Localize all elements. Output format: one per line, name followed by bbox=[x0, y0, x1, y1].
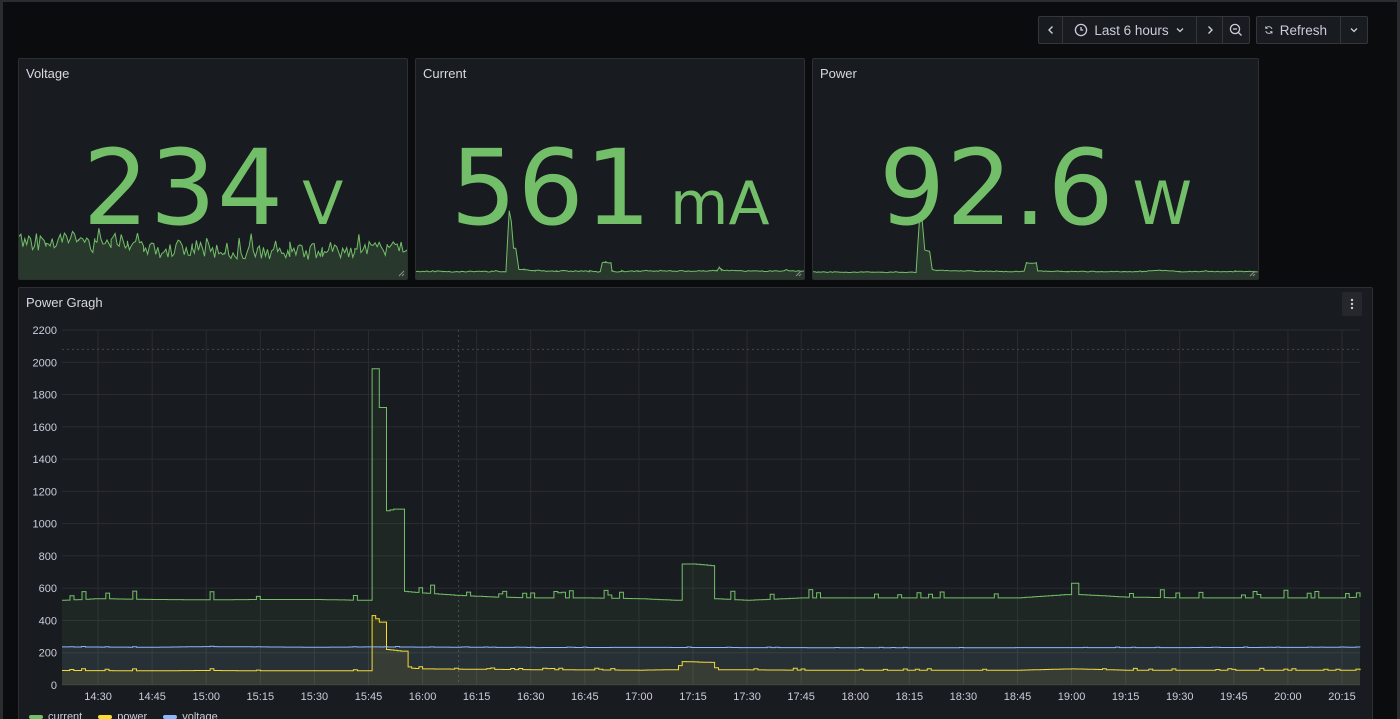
stat-number: 561 bbox=[450, 127, 652, 249]
resize-handle-icon[interactable] bbox=[795, 270, 802, 277]
y-tick-label: 2200 bbox=[33, 325, 57, 337]
y-tick-label: 1200 bbox=[33, 486, 57, 498]
x-tick-label: 15:15 bbox=[247, 691, 275, 703]
current-stat-panel[interactable]: Current 561 mA bbox=[415, 58, 805, 280]
time-picker-group: Last 6 hours bbox=[1038, 16, 1250, 44]
zoom-out-button[interactable] bbox=[1223, 17, 1249, 43]
y-tick-label: 200 bbox=[39, 648, 57, 660]
x-tick-label: 14:30 bbox=[84, 691, 112, 703]
y-tick-label: 1400 bbox=[33, 454, 57, 466]
panel-menu-button[interactable] bbox=[1342, 292, 1362, 316]
more-vertical-icon bbox=[1350, 298, 1354, 310]
window-frame-top bbox=[0, 0, 1400, 2]
x-tick-label: 18:00 bbox=[841, 691, 869, 703]
dashboard-toolbar: Last 6 hours Refresh bbox=[1038, 16, 1368, 44]
y-tick-label: 2000 bbox=[33, 357, 57, 369]
legend-item-voltage[interactable]: voltage bbox=[163, 711, 218, 719]
stat-unit: W bbox=[1132, 169, 1192, 239]
refresh-group: Refresh bbox=[1256, 16, 1368, 44]
legend-swatch bbox=[163, 715, 178, 719]
chevron-right-icon bbox=[1207, 26, 1213, 34]
x-tick-label: 20:00 bbox=[1274, 691, 1302, 703]
refresh-button[interactable]: Refresh bbox=[1257, 17, 1341, 43]
y-tick-label: 600 bbox=[39, 583, 57, 595]
x-tick-label: 15:00 bbox=[192, 691, 220, 703]
legend-label: power bbox=[117, 711, 148, 719]
refresh-icon bbox=[1265, 26, 1273, 34]
x-tick-label: 15:30 bbox=[301, 691, 329, 703]
time-range-label: Last 6 hours bbox=[1094, 22, 1169, 38]
refresh-interval-dropdown[interactable] bbox=[1341, 17, 1367, 43]
legend-label: voltage bbox=[182, 711, 218, 719]
x-tick-label: 14:45 bbox=[138, 691, 166, 703]
panel-title: Current bbox=[423, 66, 467, 81]
series-area-current bbox=[62, 368, 1360, 685]
legend-item-power[interactable]: power bbox=[98, 711, 147, 719]
x-tick-label: 16:15 bbox=[463, 691, 491, 703]
y-tick-label: 1000 bbox=[33, 519, 57, 531]
refresh-label: Refresh bbox=[1279, 22, 1327, 38]
x-tick-label: 17:00 bbox=[625, 691, 653, 703]
x-tick-label: 17:45 bbox=[787, 691, 815, 703]
zoom-out-icon bbox=[1229, 23, 1242, 36]
x-tick-label: 19:00 bbox=[1058, 691, 1086, 703]
resize-handle-icon[interactable] bbox=[398, 270, 405, 277]
window-frame-left bbox=[0, 0, 3, 719]
power-stat-panel[interactable]: Power 92.6 W bbox=[812, 58, 1259, 280]
y-tick-label: 800 bbox=[39, 551, 57, 563]
clock-icon bbox=[1075, 23, 1088, 37]
x-tick-label: 20:15 bbox=[1328, 691, 1356, 703]
series-area-voltage bbox=[62, 646, 1360, 685]
voltage-stat-panel[interactable]: Voltage 234 V bbox=[18, 58, 408, 280]
panel-title: Power bbox=[820, 66, 857, 81]
x-tick-label: 19:45 bbox=[1220, 691, 1248, 703]
legend-label: current bbox=[48, 711, 83, 719]
x-tick-label: 15:45 bbox=[355, 691, 383, 703]
x-tick-label: 16:00 bbox=[409, 691, 437, 703]
y-tick-label: 1800 bbox=[33, 390, 57, 402]
panel-title: Voltage bbox=[26, 66, 70, 81]
stat-value: 234 V bbox=[19, 127, 407, 249]
time-forward-button[interactable] bbox=[1197, 17, 1223, 43]
x-tick-label: 18:15 bbox=[896, 691, 924, 703]
x-tick-label: 18:30 bbox=[950, 691, 978, 703]
stat-number: 234 bbox=[82, 127, 285, 249]
y-tick-label: 400 bbox=[39, 615, 57, 627]
power-graph-chart: 0 200 400 600 800 1000 1200 1400 1600 1800 2000 220… bbox=[33, 325, 1361, 703]
stat-unit: V bbox=[302, 169, 344, 239]
power-graph-panel[interactable]: 0 200 400 600 800 1000 1200 1400 1600 1800 2000 220… bbox=[18, 287, 1373, 719]
stat-value: 92.6 W bbox=[813, 127, 1258, 249]
y-tick-label: 0 bbox=[51, 680, 57, 692]
chevron-down-icon bbox=[1176, 28, 1184, 33]
stat-value: 561 mA bbox=[416, 127, 804, 249]
chevron-down-icon bbox=[1350, 28, 1358, 33]
x-tick-label: 19:30 bbox=[1166, 691, 1194, 703]
x-tick-label: 17:15 bbox=[679, 691, 707, 703]
graph-legend: current power voltage bbox=[29, 711, 218, 719]
chevron-left-icon bbox=[1047, 26, 1053, 34]
x-tick-label: 18:45 bbox=[1004, 691, 1032, 703]
x-tick-label: 16:45 bbox=[571, 691, 599, 703]
x-tick-label: 17:30 bbox=[733, 691, 761, 703]
resize-handle-icon[interactable] bbox=[1249, 270, 1256, 277]
legend-swatch bbox=[29, 715, 43, 719]
time-range-picker[interactable]: Last 6 hours bbox=[1063, 17, 1197, 43]
series-line-current bbox=[62, 368, 1361, 601]
legend-item-current[interactable]: current bbox=[29, 711, 82, 719]
x-tick-label: 16:30 bbox=[517, 691, 545, 703]
stat-number: 92.6 bbox=[879, 127, 1115, 249]
legend-swatch bbox=[98, 715, 113, 719]
x-tick-label: 19:15 bbox=[1112, 691, 1140, 703]
y-tick-label: 1600 bbox=[33, 422, 57, 434]
stat-unit: mA bbox=[670, 169, 770, 239]
graph-title: Power Gragh bbox=[26, 295, 103, 310]
time-back-button[interactable] bbox=[1039, 17, 1063, 43]
